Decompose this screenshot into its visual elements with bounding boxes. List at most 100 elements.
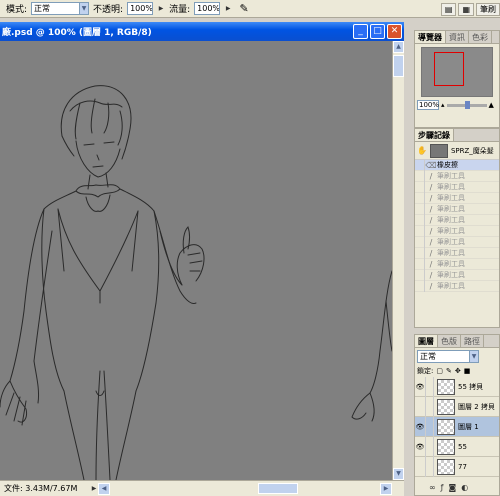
chevron-down-icon: ▼ [79, 3, 89, 14]
history-item[interactable]: / 筆刷工具 [415, 258, 499, 270]
history-item[interactable]: / 筆刷工具 [415, 192, 499, 204]
status-menu-icon[interactable]: ▶ [90, 482, 98, 495]
mode-select[interactable]: 正常 ▼ [31, 2, 90, 15]
document-title-bar[interactable]: 廠.psd @ 100% (圖層 1, RGB/8) _ □ ✕ [0, 22, 404, 41]
navigator-zoom-input[interactable]: 100% [417, 100, 439, 110]
horizontal-scrollbar[interactable]: ◀ ▶ [98, 482, 404, 495]
layer-row[interactable]: 👁 55 拷貝 [415, 376, 499, 397]
eye-icon[interactable]: 👁 [415, 416, 426, 437]
layer-row[interactable]: 圖層 2 拷貝 [415, 396, 499, 417]
palette-icon-2[interactable]: ▦ [458, 2, 474, 16]
zoom-out-icon[interactable]: ▴ [441, 101, 445, 109]
history-item[interactable]: / 筆刷工具 [415, 280, 499, 292]
minimize-button[interactable]: _ [353, 24, 368, 39]
brush-icon: / [429, 182, 433, 192]
eye-icon[interactable] [415, 456, 426, 477]
tab-info[interactable]: 資訊 [446, 31, 469, 43]
mode-label: 模式: [6, 5, 28, 15]
history-item[interactable]: / 筆刷工具 [415, 214, 499, 226]
document-title: 廠.psd @ 100% (圖層 1, RGB/8) [2, 28, 152, 38]
layer-mask-icon[interactable]: ◙ [449, 483, 457, 495]
lock-move-icon[interactable]: ✥ [455, 367, 461, 375]
blend-mode-value: 正常 [420, 352, 436, 361]
document-size-status: 文件: 3.43M/7.67M [4, 484, 78, 493]
mode-value: 正常 [34, 4, 51, 13]
scroll-thumb[interactable] [393, 55, 404, 77]
horizontal-scroll-thumb[interactable] [258, 483, 298, 494]
scroll-left-icon[interactable]: ◀ [98, 482, 110, 495]
lock-paint-icon[interactable]: ✎ [446, 367, 452, 375]
opacity-input[interactable]: 100% [127, 2, 154, 15]
layer-name: 圖層 1 [458, 422, 479, 431]
scroll-right-icon[interactable]: ▶ [380, 482, 392, 495]
link-layers-icon[interactable]: ∞ [429, 483, 436, 495]
navigator-view-box[interactable] [434, 52, 464, 86]
brush-icon: / [429, 193, 433, 203]
snapshot-thumbnail [429, 143, 448, 158]
brush-icon: / [429, 171, 433, 181]
flow-arrow-icon[interactable]: ▶ [224, 2, 232, 15]
opacity-arrow-icon[interactable]: ▶ [157, 2, 165, 15]
history-item[interactable]: / 筆刷工具 [415, 269, 499, 281]
palette-well: ▤ ▦ 筆刷 [440, 0, 500, 18]
history-item[interactable]: ⌫ 橡皮擦 [415, 159, 499, 171]
maximize-button[interactable]: □ [370, 24, 385, 39]
opacity-label: 不透明: [93, 5, 124, 15]
history-list: ⌫ 橡皮擦 / 筆刷工具 / 筆刷工具 / 筆刷工具 / 筆刷工具 / 筆刷工具 / 筆刷工具… [415, 159, 499, 292]
zoom-slider[interactable] [446, 100, 487, 109]
history-snapshot[interactable]: ✋ SPRZ_魔朵髮 [415, 142, 499, 160]
brush-icon: / [429, 215, 433, 225]
palette-icon[interactable]: ▤ [440, 2, 457, 16]
brush-icon: / [429, 259, 433, 269]
canvas[interactable] [0, 41, 392, 480]
eye-icon[interactable] [415, 396, 426, 417]
layers-panel: 圖層 色版 路徑 正常 ▼ 鎖定: ▢ ✎ ✥ ■ 👁 55 拷貝 圖層 2 拷… [414, 334, 500, 496]
history-item[interactable]: / 筆刷工具 [415, 236, 499, 248]
brush-source-icon[interactable]: ✋ [417, 146, 427, 155]
zoom-in-icon[interactable]: ▲ [489, 101, 494, 109]
eye-icon[interactable]: 👁 [415, 376, 426, 397]
blend-mode-select[interactable]: 正常 ▼ [417, 350, 479, 363]
scroll-down-icon[interactable]: ▼ [393, 468, 404, 480]
airbrush-icon[interactable]: ✎ [236, 2, 252, 16]
history-item[interactable]: / 筆刷工具 [415, 225, 499, 237]
tab-channels[interactable]: 色版 [438, 335, 461, 347]
navigator-panel: 導覽器 資訊 色彩 100% ▴ ▲ [414, 30, 500, 128]
navigator-preview[interactable] [421, 47, 493, 97]
history-item[interactable]: / 筆刷工具 [415, 203, 499, 215]
lock-all-icon[interactable]: ■ [464, 367, 471, 375]
layer-style-icon[interactable]: ƒ [441, 483, 444, 495]
close-button[interactable]: ✕ [387, 24, 402, 39]
tab-layers[interactable]: 圖層 [415, 335, 438, 347]
lock-transparency-icon[interactable]: ▢ [436, 367, 443, 375]
eraser-icon: ⌫ [425, 160, 437, 170]
tab-paths[interactable]: 路徑 [461, 335, 484, 347]
flow-input[interactable]: 100% [194, 2, 221, 15]
chevron-down-icon: ▼ [469, 351, 478, 362]
history-item[interactable]: / 筆刷工具 [415, 170, 499, 182]
history-item[interactable]: / 筆刷工具 [415, 181, 499, 193]
layer-name: 圖層 2 拷貝 [458, 402, 495, 411]
history-item[interactable]: / 筆刷工具 [415, 247, 499, 259]
line-art-drawing [0, 85, 392, 480]
zoom-slider-knob[interactable] [464, 100, 470, 109]
layer-row[interactable]: 👁 55 [415, 436, 499, 457]
layer-row[interactable]: 👁 圖層 1 [415, 416, 499, 437]
brush-icon: / [429, 204, 433, 214]
document-window: 廠.psd @ 100% (圖層 1, RGB/8) _ □ ✕ ▲ ▼ 文件:… [0, 22, 404, 496]
tab-history[interactable]: 步驟記錄 [415, 129, 454, 141]
vertical-scrollbar[interactable]: ▲ ▼ [392, 41, 404, 480]
tab-navigator[interactable]: 導覽器 [415, 31, 446, 43]
scroll-up-icon[interactable]: ▲ [393, 41, 404, 53]
layer-row[interactable]: 77 [415, 456, 499, 477]
options-bar: 模式: 正常 ▼ 不透明: 100% ▶ 流量: 100% ▶ ✎ ▤ ▦ 筆刷 [0, 0, 500, 18]
eye-icon[interactable]: 👁 [415, 436, 426, 457]
layer-thumbnail [437, 458, 455, 475]
brush-icon [426, 416, 434, 437]
layer-thumbnail [437, 438, 455, 455]
adjustment-layer-icon[interactable]: ◐ [461, 483, 468, 495]
brush-icon: / [429, 248, 433, 258]
layer-actions: ∞ ƒ ◙ ◐ [415, 483, 499, 495]
tab-color[interactable]: 色彩 [469, 31, 492, 43]
tab-brushes[interactable]: 筆刷 [476, 2, 500, 16]
